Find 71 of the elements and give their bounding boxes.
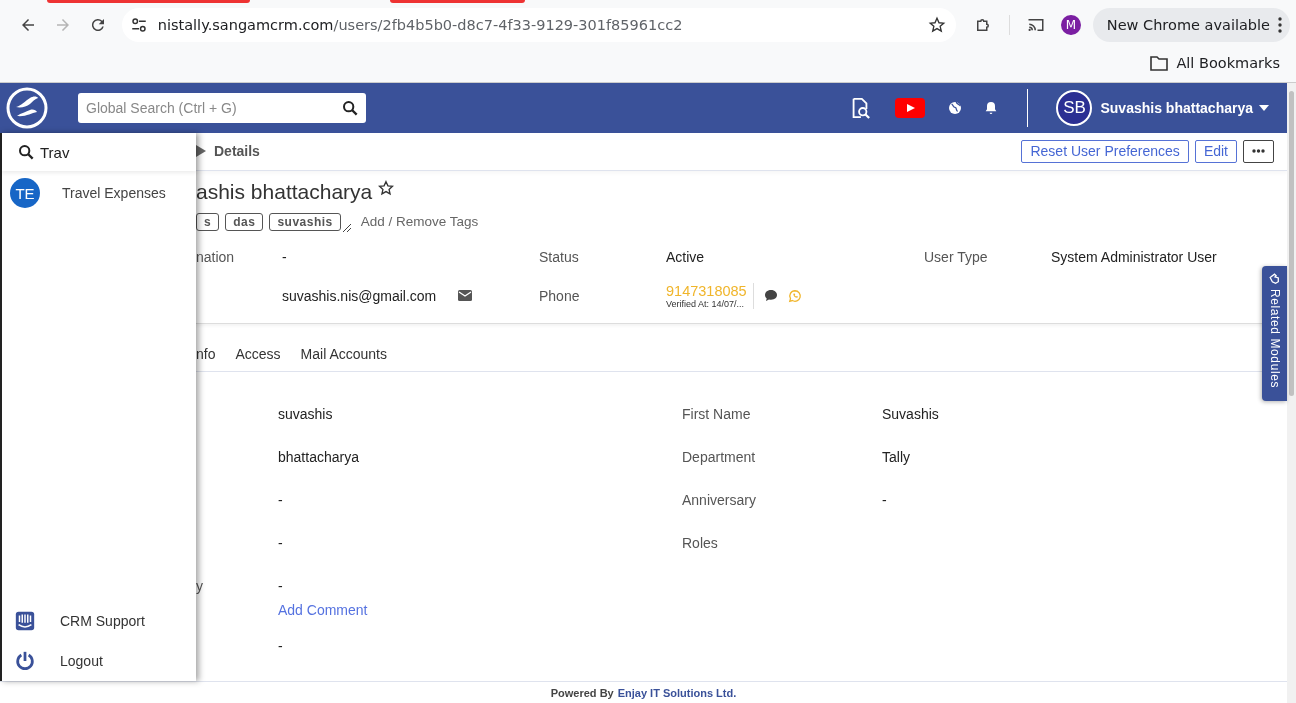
mail-icon[interactable] (458, 290, 473, 302)
favorite-star-icon[interactable] (378, 180, 395, 197)
field-value: bhattacharya (278, 449, 359, 465)
record-title: ashis bhattacharya (196, 180, 373, 205)
footer-text: Powered By (550, 686, 614, 699)
field-value: Tally (882, 449, 910, 465)
field-label: User Type (924, 248, 988, 265)
support-icon (14, 610, 36, 632)
field-value: - (882, 492, 887, 508)
field-value: - (278, 578, 284, 594)
user-avatar[interactable]: SB (1056, 90, 1093, 126)
logo-icon[interactable] (6, 87, 48, 129)
field-label: y (196, 578, 203, 594)
tab[interactable]: Access (235, 341, 281, 368)
menu-item[interactable]: Logout (2, 641, 196, 681)
search-icon[interactable] (342, 100, 358, 116)
chevron-right-icon (196, 145, 206, 158)
field-value: Suvashis (882, 406, 939, 422)
field-label: Phone (539, 287, 580, 304)
menu-item[interactable]: CRM Support (2, 601, 196, 641)
video-play-icon[interactable] (895, 98, 926, 118)
more-icon (1252, 149, 1265, 154)
power-icon (14, 650, 36, 672)
field-value: - (278, 535, 283, 551)
more-icon (1278, 17, 1282, 33)
breadcrumb-item: Details (214, 143, 260, 160)
globe-icon[interactable] (947, 100, 964, 116)
search-result[interactable]: TE Travel Expenses (2, 172, 196, 214)
field-value: System Administrator User (1051, 248, 1217, 265)
url-text: nistally.sangamcrm.com/users/2fb4b5b0-d8c7-4f33-9129-301f85961cc2 (157, 17, 684, 33)
profile-avatar[interactable]: M (1061, 15, 1081, 35)
field-label: Status (539, 248, 579, 265)
field-value: - (278, 492, 283, 508)
company-link[interactable]: Enjay IT Solutions Ltd. (617, 686, 737, 699)
user-menu[interactable]: Suvashis bhattacharya (1100, 100, 1269, 116)
tags-field[interactable]: Add / Remove Tags (360, 214, 479, 229)
field-label: Department (682, 449, 756, 465)
folder-icon (1150, 54, 1169, 71)
bookmarks-button[interactable]: All Bookmarks (1146, 50, 1284, 75)
tune-icon[interactable] (129, 16, 148, 34)
tag[interactable]: das (225, 212, 264, 231)
field-label: nation (196, 248, 235, 265)
related-modules-tab[interactable]: Related Modules (1262, 266, 1287, 401)
tag[interactable]: s (196, 212, 220, 231)
resize-icon (342, 224, 351, 233)
field-value: - (282, 248, 287, 265)
update-button[interactable]: New Chrome available (1092, 8, 1290, 42)
field-label: Anniversary (682, 492, 756, 508)
sms-icon[interactable] (763, 289, 778, 303)
tag[interactable]: suvashis (269, 212, 341, 231)
edit-button[interactable]: Edit (1194, 139, 1237, 163)
verified-note: Verified At: 14/07/... (666, 298, 746, 309)
scrollbar[interactable] (1287, 83, 1296, 703)
more-button[interactable] (1243, 139, 1274, 163)
field-label: First Name (682, 406, 751, 422)
address-bar[interactable]: nistally.sangamcrm.com/users/2fb4b5b0-d8c7-4f33-9129-301f85961cc2 (121, 8, 956, 42)
field-value: Active (666, 248, 705, 265)
star-icon[interactable] (927, 16, 946, 34)
caret-icon (1259, 105, 1269, 111)
field-value: suvashis.nis@gmail.com (282, 287, 437, 304)
add-comment-link[interactable]: Add Comment (278, 602, 368, 618)
tab[interactable]: nfo (196, 341, 216, 368)
field-value: suvashis (278, 406, 333, 422)
module-avatar: TE (10, 178, 40, 208)
tab[interactable]: Mail Accounts (300, 341, 387, 368)
search-field[interactable]: Global Search (Ctrl + G) (78, 93, 366, 123)
field-value: - (278, 638, 283, 654)
search-icon (18, 144, 34, 160)
cast-icon[interactable] (1026, 16, 1045, 34)
field-label: Roles (682, 535, 718, 551)
reset-preferences-button[interactable]: Reset User Preferences (1021, 139, 1189, 163)
